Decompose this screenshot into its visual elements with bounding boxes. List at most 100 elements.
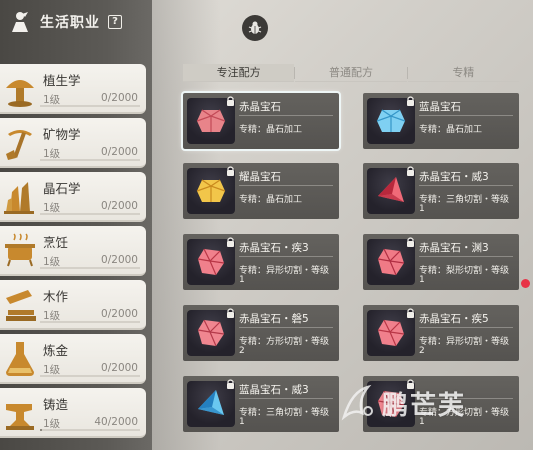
notification-dot <box>521 279 530 288</box>
recipe-requirement: 专精：方形切割・等级 <box>239 337 330 347</box>
profession-name: 晶石学 <box>43 181 81 196</box>
recipe-card[interactable]: 蓝晶宝石 专精：晶石加工 <box>363 93 519 149</box>
anvil-icon <box>6 404 34 430</box>
profession-person-icon <box>12 12 28 32</box>
progress-bar <box>40 159 140 161</box>
pickaxe-icon <box>6 130 32 160</box>
recipe-requirement: 专精：三角切割・等级 <box>239 408 330 418</box>
profession-name: 炼金 <box>43 343 69 358</box>
saw-icon <box>6 290 36 321</box>
profession-progress: 0/2000 <box>101 200 138 212</box>
lock-icon <box>407 237 414 247</box>
lock-icon <box>227 96 234 106</box>
profession-progress: 40/2000 <box>94 416 138 428</box>
profession-progress: 0/2000 <box>101 254 138 266</box>
flask-icon <box>6 342 34 376</box>
progress-bar <box>40 105 140 107</box>
recipe-name: 赤晶宝石・渊3 <box>419 242 489 254</box>
recipe-name: 蓝晶宝石・威3 <box>239 384 309 396</box>
progress-bar <box>40 429 140 431</box>
recipe-card[interactable]: 赤晶宝石・威3 专精：三角切割・等级 1 <box>363 163 519 219</box>
tab-normal-recipes[interactable]: 普通配方 <box>295 64 407 82</box>
divider <box>419 185 513 186</box>
profession-name: 植生学 <box>43 73 81 88</box>
tab-specialization[interactable]: 专精 <box>407 64 519 82</box>
profession-name: 烹饪 <box>43 235 69 250</box>
recipe-requirement-level: 1 <box>239 275 245 285</box>
bug-icon <box>248 21 262 34</box>
lock-icon <box>227 166 234 176</box>
watermark-logo-icon <box>341 384 373 421</box>
bug-report-button[interactable] <box>242 15 268 41</box>
watermark: 鹏芒芙 <box>338 368 508 438</box>
recipe-card[interactable]: 赤晶宝石・疾5 专精：异形切割・等级 2 <box>363 305 519 361</box>
recipe-name: 赤晶宝石・磐5 <box>239 313 309 325</box>
divider <box>239 256 333 257</box>
mushroom-icon <box>6 80 34 107</box>
divider <box>419 115 513 116</box>
recipe-card[interactable]: 蓝晶宝石・威3 专精：三角切割・等级 1 <box>183 376 339 432</box>
profession-item-alchemy[interactable]: 炼金 1级 0/2000 <box>0 334 146 384</box>
recipe-requirement: 专精：晶石加工 <box>239 125 303 135</box>
crystal-icon <box>4 182 34 214</box>
recipe-requirement: 专精：晶石加工 <box>419 125 483 135</box>
header: 生活职业 ? <box>8 8 122 36</box>
profession-progress: 0/2000 <box>101 308 138 320</box>
recipe-card[interactable]: 赤晶宝石・渊3 专精：梨形切割・等级 1 <box>363 234 519 290</box>
divider <box>419 256 513 257</box>
divider <box>239 327 333 328</box>
recipe-name: 赤晶宝石・威3 <box>419 171 489 183</box>
recipe-card[interactable]: 耀晶宝石 专精：晶石加工 <box>183 163 339 219</box>
divider <box>239 185 333 186</box>
recipe-requirement-level: 1 <box>239 417 245 427</box>
lock-icon <box>227 308 234 318</box>
recipe-name: 赤晶宝石 <box>239 101 281 113</box>
divider <box>239 115 333 116</box>
progress-bar <box>40 375 140 377</box>
recipe-requirement-level: 1 <box>419 275 425 285</box>
recipe-name: 蓝晶宝石 <box>419 101 461 113</box>
recipe-requirement: 专精：梨形切割・等级 <box>419 266 510 276</box>
profession-name: 木作 <box>43 289 69 304</box>
recipe-requirement: 专精：晶石加工 <box>239 195 303 205</box>
profession-item-woodworking[interactable]: 木作 1级 0/2000 <box>0 280 146 330</box>
help-button[interactable]: ? <box>108 15 122 29</box>
profession-progress: 0/2000 <box>101 92 138 104</box>
recipe-requirement: 专精：异形切割・等级 <box>239 266 330 276</box>
divider <box>419 327 513 328</box>
recipe-requirement: 专精：三角切割・等级 <box>419 195 510 205</box>
recipe-name: 赤晶宝石・疾5 <box>419 313 489 325</box>
divider <box>239 398 333 399</box>
profession-name: 矿物学 <box>43 127 81 142</box>
progress-bar <box>40 321 140 323</box>
recipe-name: 赤晶宝石・疾3 <box>239 242 309 254</box>
recipe-card[interactable]: 赤晶宝石・疾3 专精：异形切割・等级 1 <box>183 234 339 290</box>
profession-item-botany[interactable]: 植生学 1级 0/2000 <box>0 64 146 114</box>
recipe-requirement-level: 2 <box>419 346 425 356</box>
recipe-card[interactable]: 赤晶宝石・磐5 专精：方形切割・等级 2 <box>183 305 339 361</box>
recipe-requirement: 专精：异形切割・等级 <box>419 337 510 347</box>
profession-item-forging[interactable]: 铸造 1级 40/2000 <box>0 388 146 438</box>
progress-bar <box>40 213 140 215</box>
lock-icon <box>227 379 234 389</box>
profession-item-cooking[interactable]: 烹饪 1级 0/2000 <box>0 226 146 276</box>
watermark-text: 鹏芒芙 <box>382 390 467 421</box>
profession-progress: 0/2000 <box>101 146 138 158</box>
progress-bar <box>40 267 140 269</box>
tab-focus-recipes[interactable]: 专注配方 <box>183 64 295 82</box>
recipe-requirement-level: 1 <box>419 204 425 214</box>
profession-item-crystallography[interactable]: 晶石学 1级 0/2000 <box>0 172 146 222</box>
recipe-card[interactable]: 赤晶宝石 专精：晶石加工 <box>181 91 341 151</box>
recipe-tabs: 专注配方 普通配方 专精 <box>183 64 519 82</box>
recipe-requirement-level: 2 <box>239 346 245 356</box>
profession-sidebar: 植生学 1级 0/2000 矿物学 1级 0/2000 晶石学 1级 0/200… <box>0 64 146 442</box>
recipe-name: 耀晶宝石 <box>239 171 281 183</box>
lock-icon <box>407 166 414 176</box>
page-title: 生活职业 <box>40 15 100 31</box>
lock-icon <box>407 308 414 318</box>
lock-icon <box>407 96 414 106</box>
lock-icon <box>227 237 234 247</box>
profession-progress: 0/2000 <box>101 362 138 374</box>
profession-name: 铸造 <box>43 397 69 412</box>
profession-item-mineralogy[interactable]: 矿物学 1级 0/2000 <box>0 118 146 168</box>
